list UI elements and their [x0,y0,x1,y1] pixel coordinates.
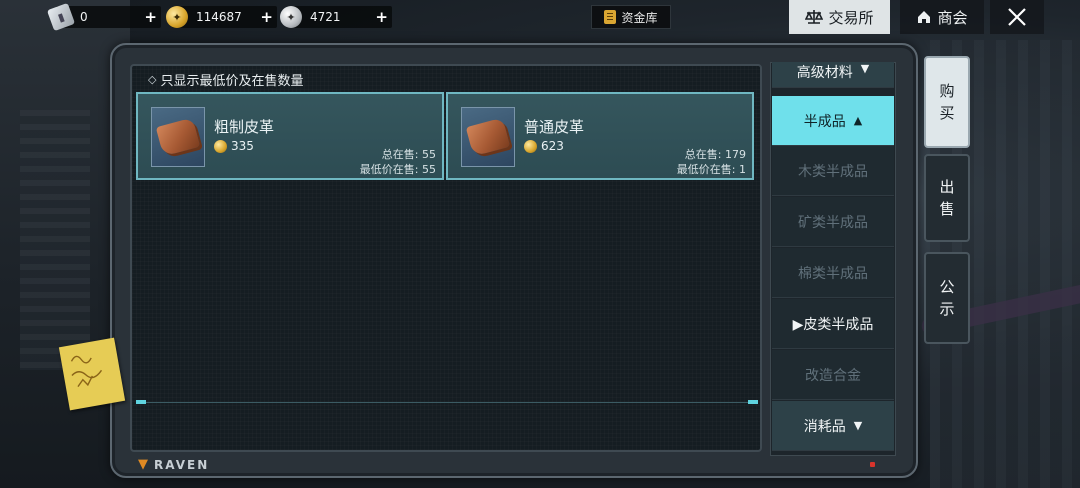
voucher-icon: ▮ [46,2,76,32]
leather-icon [155,117,201,157]
lowest-price-on-sale-value: 55 [422,163,436,176]
category-label: ▶皮类半成品 [792,316,874,333]
item-price: 623 [524,139,564,153]
voucher-amount: 0 [80,10,88,24]
silver-amount: 4721 [310,10,341,24]
item-price-value: 623 [541,139,564,153]
tab-buy-label-bottom: 买 [939,104,955,122]
close-button[interactable] [990,0,1044,34]
filter-label: 只显示最低价及在售数量 [160,74,304,89]
category-group-semi-finished[interactable]: 半成品 ▲ [772,96,894,146]
gold-coin-icon [214,139,227,153]
gold-coin-icon [524,139,537,153]
item-name: 普通皮革 [524,118,585,136]
total-on-sale-value: 55 [422,148,436,161]
item-name: 粗制皮革 [214,118,275,136]
item-price: 335 [214,139,254,153]
exchange-label: 交易所 [828,8,874,27]
scroll-marker-left [136,400,146,404]
category-label: 棉类半成品 [798,265,868,282]
list-item[interactable]: 普通皮革 623 总在售: 179 最低价在售: 1 [446,92,754,180]
exchange-tab[interactable]: 交易所 [789,0,890,34]
add-silver-button[interactable]: + [375,8,388,26]
tab-sell-label-bottom: 售 [939,200,955,218]
category-group-advanced-materials[interactable]: 高级材料 ▼ [772,62,894,88]
lowest-price-on-sale-label: 最低价在售: [676,163,736,176]
brand-logo: ▼ RAVEN [138,457,209,472]
add-gold-button[interactable]: + [260,8,273,26]
category-label: 消耗品 [803,418,846,435]
tab-buy-label-top: 购 [939,82,955,100]
category-wood-semi-finished[interactable]: 木类半成品 [772,146,894,196]
total-on-sale-value: 179 [725,148,746,161]
item-thumbnail [151,107,205,167]
chevron-down-icon: ▼ [860,62,870,75]
category-label: 木类半成品 [798,163,868,180]
top-bar: ▮ 0 + ✦ 114687 + ✦ 4721 + 资金库 交易所 商会 [0,0,1080,36]
chevron-down-icon: ▼ [853,419,863,432]
scroll-marker-right [748,400,758,404]
item-thumbnail [461,107,515,167]
shop-tab[interactable]: 商会 [900,0,984,34]
background-rack [20,110,90,370]
category-modification-alloy[interactable]: 改造合金 [772,350,894,400]
total-on-sale-label: 总在售: [381,148,419,161]
gold-balance: ✦ 114687 + [166,6,277,28]
category-label: 高级材料 [796,65,853,81]
category-cotton-semi-finished[interactable]: 棉类半成品 [772,248,894,298]
tab-announcement-label-top: 公 [939,278,955,296]
lowest-price-on-sale-value: 1 [739,163,746,176]
vault-label: 资金库 [621,10,658,25]
category-label: 半成品 [803,113,846,130]
tab-announcement-label-bottom: 示 [939,300,955,318]
handwriting-scribble [70,355,103,388]
category-label: 改造合金 [805,367,861,384]
chevron-up-icon: ▲ [853,114,863,127]
sticky-note [58,337,126,411]
category-leather-semi-finished[interactable]: ▶皮类半成品 [772,299,894,349]
leather-icon [465,117,511,157]
add-voucher-button[interactable]: + [144,8,157,26]
total-on-sale: 总在售: 55 [382,146,436,162]
shop-label: 商会 [937,8,968,27]
diamond-checkbox-icon: ◇ [148,73,157,86]
close-icon [1008,8,1026,26]
scroll-track [136,402,758,403]
scales-icon [805,10,824,24]
lowest-price-on-sale: 最低价在售: 1 [677,161,746,177]
category-group-consumables[interactable]: 消耗品 ▼ [772,401,894,451]
voucher-balance: ▮ 0 + [46,2,161,32]
category-ore-semi-finished[interactable]: 矿类半成品 [772,197,894,247]
tab-sell[interactable]: 出 售 [924,154,970,242]
lowest-price-on-sale-label: 最低价在售: [359,163,419,176]
tab-sell-label-top: 出 [939,178,955,196]
chevron-logo-icon: ▼ [138,457,150,472]
gold-coin-icon: ✦ [166,6,188,28]
lowest-price-on-sale: 最低价在售: 55 [360,161,436,177]
brand-name: RAVEN [154,457,210,472]
house-icon [918,11,931,23]
list-item[interactable]: 粗制皮革 335 总在售: 55 最低价在售: 55 [136,92,444,180]
gold-amount: 114687 [196,10,242,24]
lowest-price-filter-toggle[interactable]: ◇ 只显示最低价及在售数量 [148,70,303,89]
category-label: 矿类半成品 [798,214,868,231]
ledger-icon [604,10,617,24]
total-on-sale: 总在售: 179 [685,146,746,162]
tab-buy[interactable]: 购 买 [924,56,970,148]
vault-button[interactable]: 资金库 [591,5,671,29]
silver-balance: ✦ 4721 + [280,6,392,28]
status-light [870,462,875,467]
item-price-value: 335 [231,139,254,153]
total-on-sale-label: 总在售: [684,148,722,161]
tab-announcement[interactable]: 公 示 [924,252,970,344]
silver-coin-icon: ✦ [280,6,302,28]
